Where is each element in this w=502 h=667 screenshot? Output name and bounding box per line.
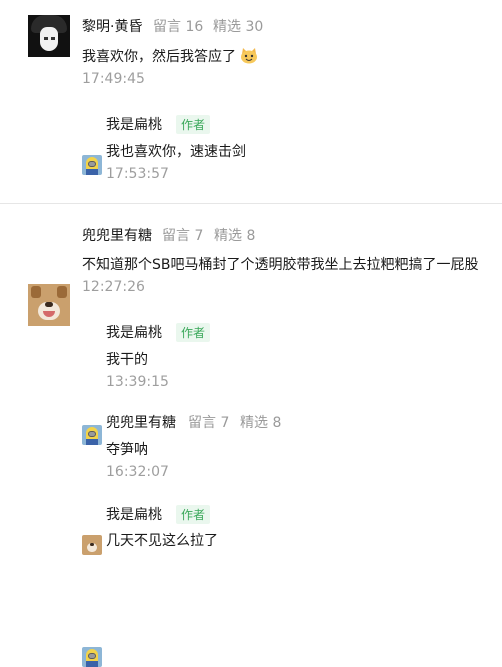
reply-text: 我干的	[106, 352, 148, 368]
author-badge: 作者	[176, 115, 211, 134]
reply-author-name[interactable]: 我是扁桃	[106, 504, 162, 524]
featured-count: 精选 8	[214, 228, 256, 244]
reply-author-name[interactable]: 我是扁桃	[106, 322, 162, 342]
minion-goggle	[88, 161, 96, 167]
reply-author-name[interactable]: 我是扁桃	[106, 114, 162, 134]
minion-pants	[86, 169, 98, 175]
minion-goggle	[88, 431, 96, 437]
comment-text: 我喜欢你，然后我答应了	[82, 46, 258, 66]
comment-author-name[interactable]: 兜兜里有糖	[82, 225, 152, 245]
right-eye	[51, 37, 55, 40]
avatar-shiba-dog[interactable]	[28, 284, 70, 326]
author-badge: 作者	[176, 505, 211, 524]
dog-nose	[45, 302, 53, 307]
reply-author-name[interactable]: 兜兜里有糖	[106, 412, 176, 432]
replies-count: 留言 7	[162, 228, 204, 244]
avatar-minion[interactable]	[82, 155, 102, 175]
comment-text: 不知道那个SB吧马桶封了个透明胶带我坐上去拉粑粑搞了一屁股	[82, 257, 479, 273]
minion-pants	[86, 439, 98, 445]
featured-count: 精选 30	[213, 19, 264, 35]
reply-text: 我也喜欢你，速速击剑	[106, 144, 246, 160]
dog-left-ear	[31, 286, 41, 298]
avatar-minion[interactable]	[82, 647, 102, 667]
comment-timestamp: 17:49:45	[82, 71, 145, 87]
avatar-minion[interactable]	[82, 425, 102, 445]
comment-timestamp: 12:27:26	[82, 279, 145, 295]
avatar-shiba-dog[interactable]	[82, 535, 102, 555]
minion-pants	[86, 661, 98, 667]
left-eye	[44, 37, 48, 40]
face-shape	[40, 27, 58, 51]
minion-goggle	[88, 653, 96, 659]
comment-divider	[0, 203, 502, 204]
reply-timestamp: 17:53:57	[106, 166, 169, 182]
reply-timestamp: 16:32:07	[106, 464, 169, 480]
reply-text: 几天不见这么拉了	[106, 533, 218, 549]
replies-count: 留言 7	[188, 415, 230, 431]
featured-count: 精选 8	[240, 415, 282, 431]
reply-timestamp: 13:39:15	[106, 374, 169, 390]
comment-author-name[interactable]: 黎明·黄昏	[82, 16, 142, 36]
dog-nose	[90, 543, 94, 546]
replies-count: 留言 16	[153, 19, 204, 35]
avatar-anime-girl[interactable]	[28, 15, 70, 57]
author-badge: 作者	[176, 323, 211, 342]
comment-text-body: 我喜欢你，然后我答应了	[82, 49, 236, 65]
cat-face-emoji-icon	[240, 48, 258, 64]
dog-right-ear	[57, 286, 67, 298]
reply-text: 夺笋呐	[106, 442, 148, 458]
